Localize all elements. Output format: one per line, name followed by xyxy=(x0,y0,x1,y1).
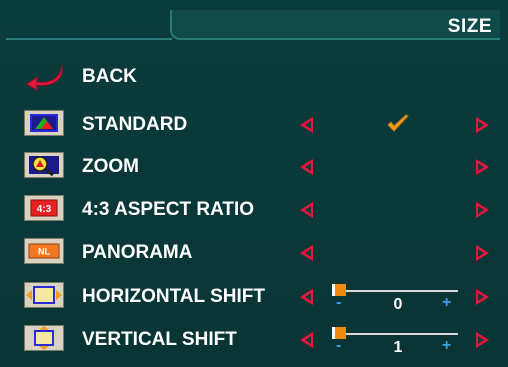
slider-value: 1 xyxy=(393,339,403,356)
horizontal-shift-icon xyxy=(24,282,64,308)
slider-value: 0 xyxy=(393,296,403,313)
vertical-shift-slider[interactable]: - 1 + xyxy=(330,323,462,361)
arrow-right-icon[interactable] xyxy=(476,289,489,305)
aspect-ratio-icon: 4:3 xyxy=(24,195,64,221)
menu-item-label: STANDARD xyxy=(82,114,188,135)
arrow-right-icon[interactable] xyxy=(476,159,489,175)
minus-icon: - xyxy=(336,337,342,354)
horizontal-shift-slider[interactable]: - 0 + xyxy=(330,280,462,318)
arrow-left-icon[interactable] xyxy=(300,117,313,133)
arrow-right-icon[interactable] xyxy=(476,117,489,133)
menu-item-label: VERTICAL SHIFT xyxy=(82,329,237,350)
menu-item-horizontal-shift[interactable]: HORIZONTAL SHIFT - 0 + xyxy=(0,280,508,318)
arrow-right-icon[interactable] xyxy=(476,202,489,218)
menu-item-back[interactable]: BACK xyxy=(0,60,508,98)
menu-item-label: ZOOM xyxy=(82,156,139,177)
standard-icon xyxy=(24,110,64,136)
arrow-right-icon[interactable] xyxy=(476,332,489,348)
svg-text:4:3: 4:3 xyxy=(37,204,52,215)
arrow-left-icon[interactable] xyxy=(300,245,313,261)
menu-item-aspect-ratio[interactable]: 4:3 4:3 ASPECT RATIO xyxy=(0,193,508,231)
back-arrow-icon xyxy=(26,65,63,90)
arrow-left-icon[interactable] xyxy=(300,332,313,348)
plus-icon: + xyxy=(442,294,452,311)
vertical-shift-icon xyxy=(24,325,64,351)
menu-item-label: 4:3 ASPECT RATIO xyxy=(82,199,255,220)
svg-text:NL: NL xyxy=(38,247,50,257)
arrow-left-icon[interactable] xyxy=(300,202,313,218)
menu-item-vertical-shift[interactable]: VERTICAL SHIFT - 1 + xyxy=(0,323,508,361)
arrow-left-icon[interactable] xyxy=(300,159,313,175)
zoom-icon xyxy=(24,152,64,178)
panorama-icon: NL xyxy=(24,238,64,264)
slider-track xyxy=(334,290,458,292)
menu-item-label: BACK xyxy=(82,66,137,87)
arrow-left-icon[interactable] xyxy=(300,289,313,305)
osd-panel: SIZE BACK STANDARD ZOOM 4:3 4:3 ASPECT R… xyxy=(0,0,508,367)
size-menu: BACK STANDARD ZOOM 4:3 4:3 ASPECT RATIO … xyxy=(0,0,508,367)
minus-icon: - xyxy=(336,294,342,311)
menu-item-panorama[interactable]: NL PANORAMA xyxy=(0,236,508,274)
menu-item-label: PANORAMA xyxy=(82,242,193,263)
menu-item-zoom[interactable]: ZOOM xyxy=(0,150,508,188)
arrow-right-icon[interactable] xyxy=(476,245,489,261)
menu-item-standard[interactable]: STANDARD xyxy=(0,108,508,146)
check-icon xyxy=(387,114,409,132)
slider-track xyxy=(334,333,458,335)
menu-item-label: HORIZONTAL SHIFT xyxy=(82,286,265,307)
plus-icon: + xyxy=(442,337,452,354)
